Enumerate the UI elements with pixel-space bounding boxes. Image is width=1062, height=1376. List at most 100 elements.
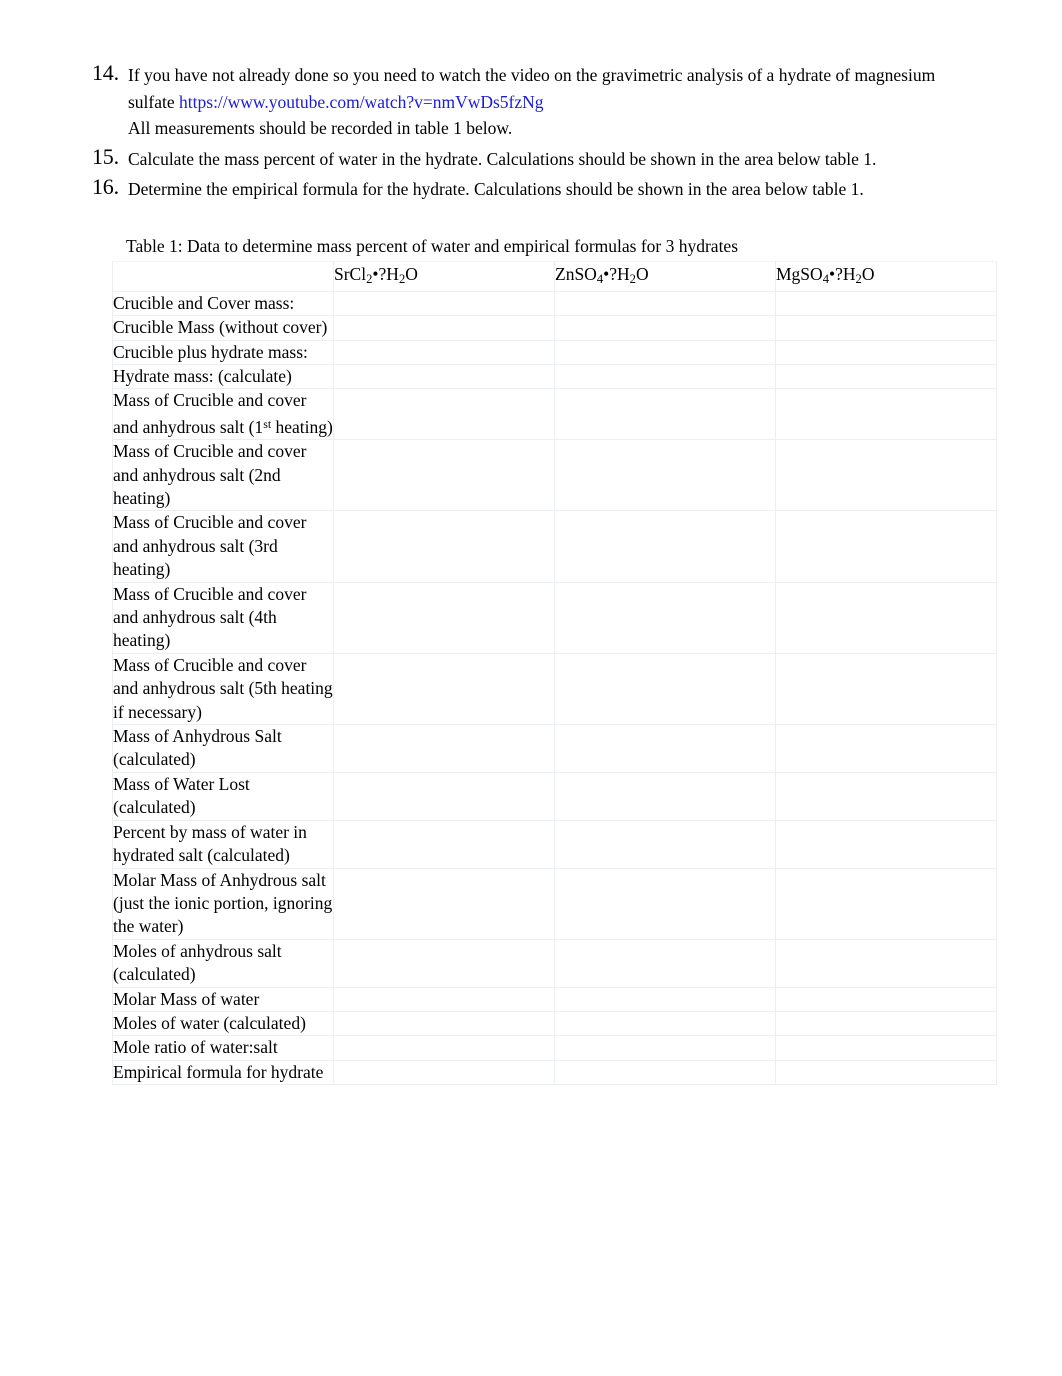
row-label: Molar Mass of water [112,986,334,1012]
document-page: 14. If you have not already done so you … [0,0,1062,1376]
row-label: Crucible Mass (without cover) [112,315,334,341]
table-cell-input[interactable] [554,652,776,726]
table-cell-input[interactable] [775,819,997,869]
instruction-list: 14. If you have not already done so you … [92,60,972,205]
list-item-body: If you have not already done so you need… [128,60,972,142]
table-cell-input[interactable] [333,724,555,773]
row-label: Mole ratio of water:salt [112,1035,334,1061]
table-cell-input[interactable] [554,771,776,821]
table-cell-input[interactable] [333,315,555,341]
table-cell-input[interactable] [775,315,997,341]
table-cell-input[interactable] [775,290,997,317]
table-cell-input[interactable] [333,510,555,583]
table-cell-input[interactable] [333,1059,555,1086]
table-cell-input[interactable] [554,290,776,317]
row-label: Mass of Crucible and cover and anhydrous… [112,581,334,654]
table-cell-input[interactable] [333,819,555,869]
table-cell-input[interactable] [554,819,776,869]
table-cell-input[interactable] [775,986,997,1012]
table-cell-input[interactable] [554,339,776,365]
table-cell-input[interactable] [775,581,997,654]
table-cell-input[interactable] [333,867,555,940]
table-row: Mass of Crucible and cover and anhydrous… [112,510,997,583]
instruction-subtext: All measurements should be recorded in t… [128,118,513,138]
formula-mid: •?H [372,264,399,284]
table-cell-input[interactable] [333,581,555,654]
row-label: Molar Mass of Anhydrous salt (just the i… [112,867,334,940]
table-row: Percent by mass of water in hydrated sal… [112,819,997,869]
row-label: Mass of Crucible and cover and anhydrous… [112,652,334,726]
row-label: Percent by mass of water in hydrated sal… [112,819,334,869]
table-cell-input[interactable] [554,363,776,390]
table-cell-input[interactable] [333,363,555,390]
row-label: Hydrate mass: (calculate) [112,363,334,390]
table-cell-input[interactable] [554,938,776,988]
table-cell-input[interactable] [333,1010,555,1037]
table-cell-input[interactable] [775,339,997,365]
list-item-number: 16. [92,174,119,199]
table-cell-input[interactable] [554,986,776,1012]
list-item-body: Calculate the mass percent of water in t… [128,144,972,173]
table-cell-input[interactable] [775,867,997,940]
table-cell-input[interactable] [554,724,776,773]
table-cell-input[interactable] [775,510,997,583]
table-row: Mass of Anhydrous Salt (calculated) [112,724,997,773]
column-header-srcl2: SrCl2•?H2O [333,261,555,292]
formula-end: O [635,264,649,284]
table-cell-input[interactable] [554,1059,776,1086]
table-cell-input[interactable] [554,1010,776,1037]
list-item: 15. Calculate the mass percent of water … [92,144,972,173]
table-cell-input[interactable] [333,388,555,441]
formula-end: O [861,264,875,284]
table-cell-input[interactable] [554,439,776,512]
table-cell-input[interactable] [554,581,776,654]
row-label: Crucible and Cover mass: [112,290,334,317]
list-item: 14. If you have not already done so you … [92,60,972,142]
table-body: Crucible and Cover mass: Crucible Mass (w… [112,290,997,1086]
data-table-container: SrCl2•?H2O ZnSO4•?H2O MgSO4•?H2O Crucibl… [112,261,997,1086]
table-cell-input[interactable] [333,986,555,1012]
list-item-body: Determine the empirical formula for the … [128,174,972,203]
table-cell-input[interactable] [554,315,776,341]
row-label: Moles of anhydrous salt (calculated) [112,938,334,988]
table-cell-input[interactable] [775,363,997,390]
table-cell-input[interactable] [775,388,997,441]
table-cell-input[interactable] [775,1059,997,1086]
table-cell-input[interactable] [333,938,555,988]
table-cell-input[interactable] [775,771,997,821]
table-cell-input[interactable] [775,439,997,512]
table-cell-input[interactable] [775,1010,997,1037]
table-row: Mass of Crucible and cover and anhydrous… [112,652,997,726]
row-label: Mass of Crucible and cover and anhydrous… [112,510,334,583]
table-row: Moles of anhydrous salt (calculated) [112,938,997,988]
formula-mid: •?H [828,264,856,284]
row-label: Empirical formula for hydrate [112,1059,334,1086]
table-cell-input[interactable] [775,724,997,773]
table-cell-input[interactable] [554,1035,776,1061]
table-row: Molar Mass of Anhydrous salt (just the i… [112,867,997,940]
table-row: Hydrate mass: (calculate) [112,363,997,390]
table-row: Crucible and Cover mass: [112,290,997,317]
table-cell-input[interactable] [333,771,555,821]
table-cell-input[interactable] [775,938,997,988]
row-label: Mass of Crucible and cover and anhydrous… [112,388,334,441]
table-head: SrCl2•?H2O ZnSO4•?H2O MgSO4•?H2O [112,261,997,292]
table-cell-input[interactable] [333,439,555,512]
table-cell-input[interactable] [554,867,776,940]
instruction-text: Determine the empirical formula for the … [128,179,864,199]
table-cell-input[interactable] [333,1035,555,1061]
table-cell-input[interactable] [333,652,555,726]
table-corner-header [112,261,334,292]
table-cell-input[interactable] [333,339,555,365]
table-cell-input[interactable] [554,388,776,441]
formula-base: ZnSO [555,264,597,284]
youtube-video-link[interactable]: https://www.youtube.com/watch?v=nmVwDs5f… [179,92,544,112]
table-cell-input[interactable] [775,1035,997,1061]
table-cell-input[interactable] [333,290,555,317]
table-header-row: SrCl2•?H2O ZnSO4•?H2O MgSO4•?H2O [112,261,997,292]
table-row: Empirical formula for hydrate [112,1059,997,1086]
table-cell-input[interactable] [775,652,997,726]
table-cell-input[interactable] [554,510,776,583]
table-row: Mole ratio of water:salt [112,1035,997,1061]
table-row: Molar Mass of water [112,986,997,1012]
